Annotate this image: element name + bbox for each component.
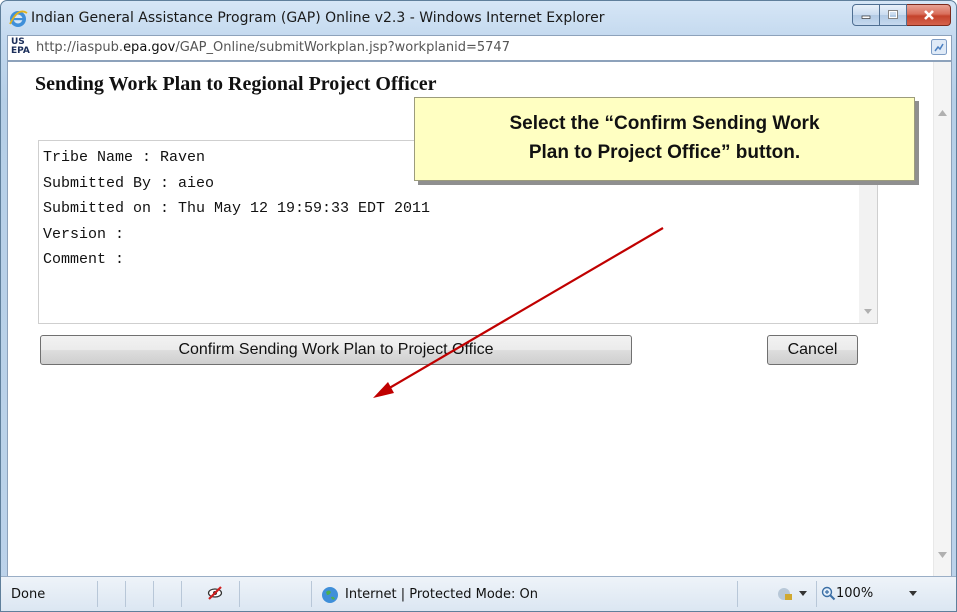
- internet-explorer-icon: [9, 10, 28, 27]
- zoom-icon[interactable]: [821, 586, 836, 601]
- submission-details-text: Tribe Name : Raven Submitted By : aieo Sub…: [43, 145, 430, 273]
- status-divider: [311, 581, 312, 607]
- status-bar: Done Internet | Protected Mode: On 100%: [1, 576, 956, 611]
- status-text: Done: [11, 587, 46, 602]
- internet-zone-icon: [322, 587, 338, 603]
- url-domain: epa.gov: [123, 40, 176, 55]
- instruction-callout: Select the “Confirm Sending Work Plan to…: [414, 97, 915, 181]
- caption-buttons: [852, 4, 951, 26]
- status-divider: [239, 581, 240, 607]
- page-title: Sending Work Plan to Regional Project Of…: [35, 73, 437, 95]
- minimize-button[interactable]: [852, 4, 880, 26]
- callout-line-2: Plan to Project Office” button.: [528, 142, 801, 163]
- scroll-down-icon[interactable]: [864, 309, 872, 314]
- detail-line: Tribe Name : Raven: [43, 149, 206, 166]
- detail-line: Comment :: [43, 251, 125, 268]
- status-divider: [97, 581, 98, 607]
- browser-window: Indian General Assistance Program (GAP) …: [0, 0, 957, 612]
- url-path: /GAP_Online/submitWorkplan.jsp?workplani…: [175, 40, 510, 55]
- close-icon: [923, 10, 934, 20]
- chevron-down-icon[interactable]: [909, 591, 917, 597]
- status-divider: [737, 581, 738, 607]
- privacy-icon[interactable]: [206, 584, 224, 602]
- window-title: Indian General Assistance Program (GAP) …: [31, 10, 605, 26]
- scroll-up-icon[interactable]: [938, 110, 947, 116]
- protected-mode-icon[interactable]: [777, 586, 793, 602]
- maximize-icon: [888, 10, 898, 19]
- scroll-down-icon[interactable]: [938, 552, 947, 558]
- status-divider: [153, 581, 154, 607]
- url-prefix: http://iaspub.: [36, 40, 124, 55]
- cancel-button[interactable]: Cancel: [767, 335, 858, 365]
- chevron-down-icon[interactable]: [799, 591, 807, 597]
- status-divider: [125, 581, 126, 607]
- minimize-icon: [861, 15, 871, 19]
- detail-line: Version :: [43, 225, 125, 243]
- epa-logo-icon: US EPA: [11, 37, 30, 56]
- callout-line-1: Select the “Confirm Sending Work: [509, 113, 820, 134]
- security-zone-text: Internet | Protected Mode: On: [345, 587, 539, 602]
- vertical-scrollbar[interactable]: [933, 62, 951, 577]
- confirm-sending-button[interactable]: Confirm Sending Work Plan to Project Off…: [40, 335, 632, 365]
- url-text: http://iaspub.epa.gov/GAP_Online/submitW…: [36, 40, 510, 55]
- close-button[interactable]: [907, 4, 951, 26]
- maximize-button[interactable]: [880, 4, 907, 26]
- title-bar: Indian General Assistance Program (GAP) …: [1, 1, 956, 35]
- feed-icon[interactable]: [931, 39, 947, 55]
- status-divider: [181, 581, 182, 607]
- detail-line: Submitted By : aieo: [43, 174, 215, 192]
- zoom-level[interactable]: 100%: [836, 586, 873, 601]
- address-bar[interactable]: US EPA http://iaspub.epa.gov/GAP_Online/…: [7, 35, 952, 61]
- status-divider: [816, 581, 817, 607]
- detail-line: Submitted on : Thu May 12 19:59:33 EDT 2…: [43, 200, 431, 217]
